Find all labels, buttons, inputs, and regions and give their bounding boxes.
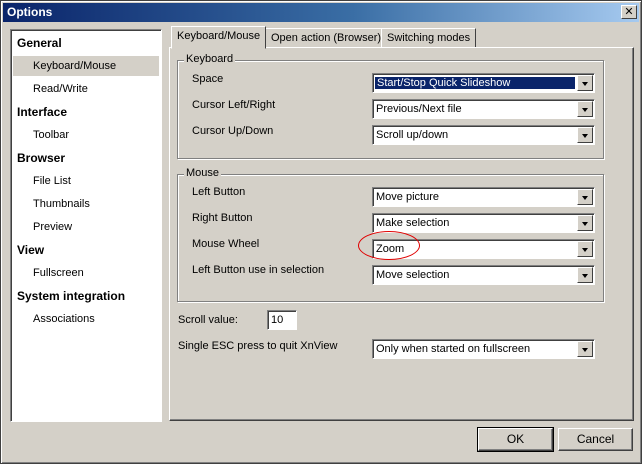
scroll-value-text: 10 <box>271 314 284 326</box>
sidebar-category-system-integration[interactable]: System integration <box>13 286 159 306</box>
space-action-value: Start/Stop Quick Slideshow <box>375 77 575 89</box>
chevron-down-icon[interactable] <box>577 75 593 91</box>
scroll-value-input[interactable]: 10 <box>267 310 297 330</box>
sidebar-category-general[interactable]: General <box>13 33 159 53</box>
mouse-wheel-label: Mouse Wheel <box>192 238 260 250</box>
right-button-label: Right Button <box>192 212 253 224</box>
chevron-down-icon[interactable] <box>577 267 593 283</box>
sidebar-category-view[interactable]: View <box>13 240 159 260</box>
chevron-down-icon[interactable] <box>577 341 593 357</box>
chevron-down-icon[interactable] <box>577 127 593 143</box>
scroll-value-label: Scroll value: <box>178 314 238 326</box>
sidebar-category-browser[interactable]: Browser <box>13 148 159 168</box>
cursor-left-right-label: Cursor Left/Right <box>192 99 276 111</box>
close-button[interactable]: ✕ <box>621 5 637 19</box>
cursor-up-down-select[interactable]: Scroll up/down <box>372 125 595 145</box>
sidebar-item-thumbnails[interactable]: Thumbnails <box>13 194 159 214</box>
sidebar-item-keyboard-mouse[interactable]: Keyboard/Mouse <box>13 56 159 76</box>
sidebar-item-fullscreen[interactable]: Fullscreen <box>13 263 159 283</box>
annotation-circle <box>358 231 420 260</box>
sidebar-item-associations[interactable]: Associations <box>13 309 159 329</box>
tab-open-action-browser[interactable]: Open action (Browser) <box>265 28 388 48</box>
sidebar-item-read-write[interactable]: Read/Write <box>13 79 159 99</box>
chevron-down-icon[interactable] <box>577 189 593 205</box>
single-esc-select[interactable]: Only when started on fullscreen <box>372 339 595 359</box>
sidebar-item-file-list[interactable]: File List <box>13 171 159 191</box>
tab-switching-modes[interactable]: Switching modes <box>381 28 477 48</box>
ok-button[interactable]: OK <box>477 427 554 452</box>
window-title: Options <box>7 5 53 19</box>
left-button-value: Move picture <box>376 191 439 203</box>
left-button-selection-value: Move selection <box>376 269 450 281</box>
title-bar[interactable]: Options ✕ <box>3 3 639 22</box>
cancel-button[interactable]: Cancel <box>558 428 633 451</box>
left-button-label: Left Button <box>192 186 246 198</box>
space-label: Space <box>192 73 224 85</box>
right-button-select[interactable]: Make selection <box>372 213 595 233</box>
tab-keyboard-mouse[interactable]: Keyboard/Mouse <box>171 26 267 49</box>
chevron-down-icon[interactable] <box>577 101 593 117</box>
space-action-select[interactable]: Start/Stop Quick Slideshow <box>372 73 595 93</box>
mouse-group-legend: Mouse <box>184 167 222 179</box>
sidebar-item-toolbar[interactable]: Toolbar <box>13 125 159 145</box>
cursor-left-right-select[interactable]: Previous/Next file <box>372 99 595 119</box>
cursor-up-down-value: Scroll up/down <box>376 129 449 141</box>
close-icon: ✕ <box>624 6 634 18</box>
chevron-down-icon[interactable] <box>577 241 593 257</box>
sidebar-item-preview[interactable]: Preview <box>13 217 159 237</box>
keyboard-group-legend: Keyboard <box>184 53 236 65</box>
options-category-tree[interactable]: General Keyboard/Mouse Read/Write Interf… <box>10 29 162 422</box>
chevron-down-icon[interactable] <box>577 215 593 231</box>
right-button-value: Make selection <box>376 217 450 229</box>
left-button-select[interactable]: Move picture <box>372 187 595 207</box>
cursor-up-down-label: Cursor Up/Down <box>192 125 274 137</box>
single-esc-value: Only when started on fullscreen <box>376 343 531 355</box>
cursor-left-right-value: Previous/Next file <box>376 103 462 115</box>
keyboard-group: Keyboard Space Start/Stop Quick Slidesho… <box>177 53 604 159</box>
sidebar-category-interface[interactable]: Interface <box>13 102 159 122</box>
left-button-selection-select[interactable]: Move selection <box>372 265 595 285</box>
single-esc-label: Single ESC press to quit XnView <box>178 340 338 352</box>
options-dialog: Options ✕ General Keyboard/Mouse Read/Wr… <box>0 0 642 464</box>
left-button-selection-label: Left Button use in selection <box>192 264 325 276</box>
